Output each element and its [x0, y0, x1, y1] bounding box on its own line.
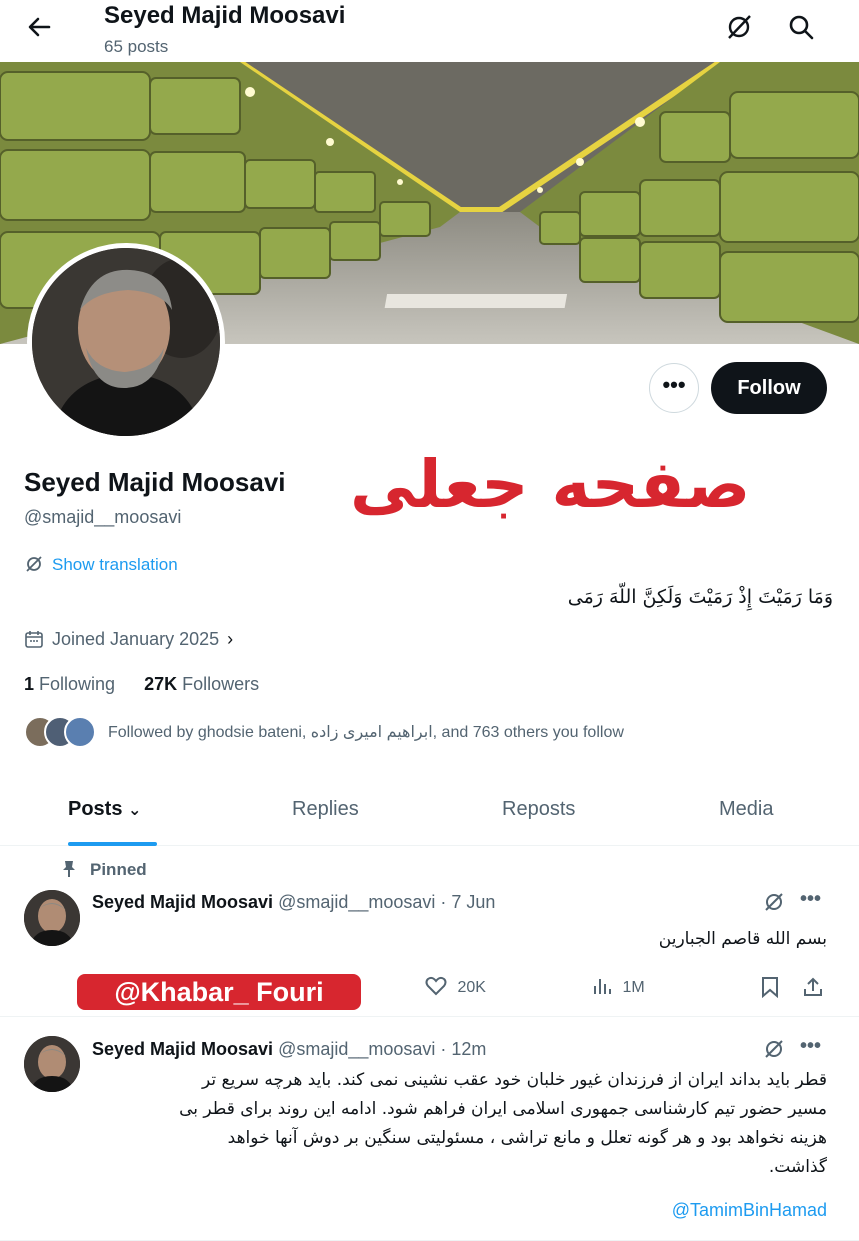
bookmark-icon[interactable] [760, 976, 780, 1003]
chevron-right-icon: › [227, 629, 234, 649]
tweet-text: قطر باید بداند ایران از فرزندان غیور خلب… [97, 1066, 827, 1182]
grok-icon[interactable] [762, 1037, 786, 1067]
profile-tabs: Posts ⌄ Replies Reposts Media [0, 780, 859, 846]
tweet-author[interactable]: Seyed Majid Moosavi @smajid__moosavi · 1… [92, 1039, 486, 1060]
chevron-down-icon: ⌄ [128, 802, 142, 819]
follow-counts: 1 Following 27K Followers [24, 674, 259, 695]
search-icon[interactable] [786, 12, 816, 42]
tweet-text-line: گذاشت. [768, 1157, 827, 1177]
back-arrow-icon[interactable] [24, 12, 54, 42]
tweet-text: بسم الله قاصم الجبارین [658, 929, 827, 949]
views-count: 1M [622, 979, 645, 996]
views-button[interactable]: 1M [592, 976, 645, 997]
following-count: 1 [24, 674, 35, 694]
profile-handle: @smajid__moosavi [24, 507, 182, 527]
grok-icon[interactable] [762, 890, 786, 920]
views-icon [594, 979, 611, 994]
tweet-more-icon[interactable]: ••• [800, 1035, 821, 1058]
tweet-author-name: Seyed Majid Moosavi [92, 892, 274, 912]
calendar-icon [24, 629, 44, 649]
joined-label: Joined January 2025 [52, 629, 220, 649]
pinned-label: Pinned [90, 860, 147, 879]
watermark-badge: @Khabar_ Fouri [77, 974, 361, 1010]
tab-posts[interactable]: Posts ⌄ [68, 798, 141, 821]
top-bar: Seyed Majid Moosavi 65 posts [0, 0, 859, 62]
pinned-indicator: Pinned [60, 860, 147, 880]
tab-reposts[interactable]: Reposts [502, 798, 575, 821]
pin-icon [60, 860, 78, 878]
header-posts-count: 65 posts [104, 37, 169, 56]
show-translation-label: Show translation [52, 555, 178, 574]
followers-count: 27K [144, 674, 178, 694]
profile-name: Seyed Majid Moosavi [24, 467, 286, 497]
tweet-more-icon[interactable]: ••• [800, 888, 821, 911]
followers-link[interactable]: 27K Followers [144, 674, 259, 694]
followers-label: Followers [182, 674, 260, 694]
tweet-text-line: هزینه نخواهد بود و هر گونه تعلل و مانع ت… [227, 1128, 827, 1148]
mention-link[interactable]: @TamimBinHamad [672, 1200, 827, 1221]
share-icon[interactable] [802, 976, 824, 1003]
avatar[interactable] [24, 890, 80, 946]
header-title: Seyed Majid Moosavi [104, 2, 346, 29]
tweet-meta: @smajid__moosavi · 12m [278, 1039, 487, 1059]
tweet-text-line: قطر باید بداند ایران از فرزندان غیور خلب… [202, 1070, 827, 1090]
more-options-button[interactable]: ••• [649, 363, 699, 413]
joined-date[interactable]: Joined January 2025 › [24, 629, 233, 650]
tweet-author-name: Seyed Majid Moosavi [92, 1039, 274, 1059]
like-button[interactable]: 20K [425, 976, 486, 997]
followed-by-text: Followed by ghodsie bateni, ابراهیم امیر… [108, 724, 624, 741]
grok-icon [24, 554, 44, 574]
like-count: 20K [457, 979, 486, 996]
show-translation-link[interactable]: Show translation [24, 554, 178, 575]
fake-page-overlay-label: صفحه جعلی [350, 446, 751, 523]
tab-posts-label: Posts [68, 798, 123, 820]
follow-button[interactable]: Follow [711, 362, 827, 414]
heart-icon [425, 976, 447, 996]
avatar [64, 716, 96, 748]
grok-icon[interactable] [724, 12, 754, 42]
profile-bio: وَمَا رَمَیْتَ إِذْ رَمَیْتَ وَلَکِنَّ ا… [567, 586, 833, 608]
active-tab-indicator [68, 842, 157, 846]
tweet-text-line: مسیر حضور تیم کارشناسی جمهوری اسلامی ایر… [179, 1099, 827, 1119]
tab-replies[interactable]: Replies [292, 798, 359, 821]
avatar[interactable] [24, 1036, 80, 1092]
tweet-meta: @smajid__moosavi · 7 Jun [278, 892, 496, 912]
following-link[interactable]: 1 Following [24, 674, 115, 694]
following-label: Following [39, 674, 116, 694]
profile-avatar[interactable] [27, 243, 225, 441]
tab-media[interactable]: Media [719, 798, 773, 821]
tweet-author[interactable]: Seyed Majid Moosavi @smajid__moosavi · 7… [92, 892, 495, 913]
